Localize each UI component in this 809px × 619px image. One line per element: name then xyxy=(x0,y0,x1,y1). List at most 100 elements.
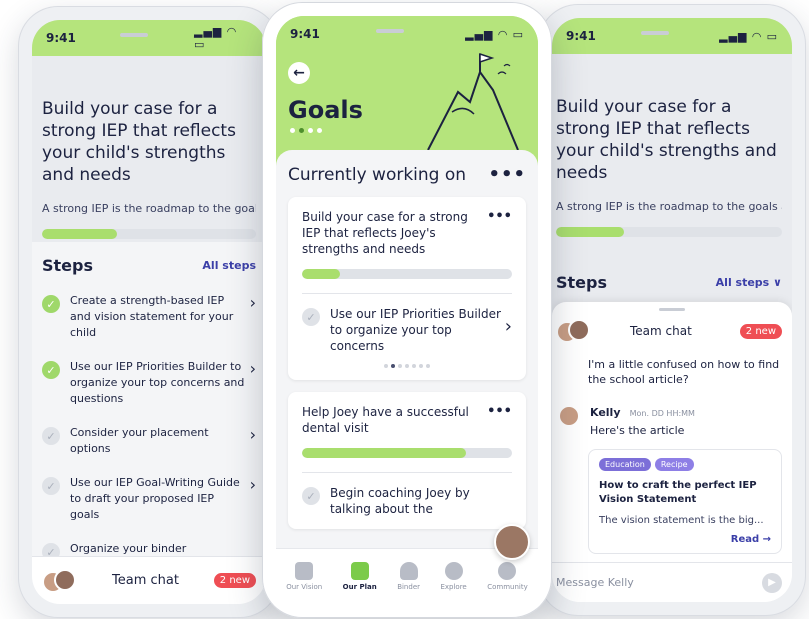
tag-recipe: Recipe xyxy=(654,458,694,471)
avatar xyxy=(42,567,76,595)
check-icon: ✓ xyxy=(42,361,60,379)
telescope-icon xyxy=(295,562,314,580)
tab-label: Community xyxy=(487,583,528,591)
left-screen: 9:41 ▂▄▆ ◠ ▭ Build your case for a stron… xyxy=(32,20,266,604)
sub-task-label: Begin coaching Joey by talking about the xyxy=(330,486,470,516)
chat-message: I'm a little confused on how to find the… xyxy=(588,358,780,386)
person-icon xyxy=(399,562,418,580)
team-chat-bar[interactable]: Team chat 2 new xyxy=(32,556,266,604)
step-label: Use our IEP Priorities Builder to organi… xyxy=(70,360,245,405)
check-icon: ✓ xyxy=(42,477,60,495)
step-label: Consider your placement options xyxy=(70,426,209,455)
sender-name: Kelly xyxy=(590,406,621,419)
more-icon[interactable]: ••• xyxy=(487,404,512,436)
message-body: Here's the article xyxy=(590,424,685,437)
article-desc: The vision statement is the big... xyxy=(599,515,764,526)
page-dots xyxy=(290,128,322,133)
team-chat-fab[interactable] xyxy=(494,524,530,560)
steps-heading: Steps xyxy=(556,273,607,292)
team-chat-label: Team chat xyxy=(112,573,179,588)
goal-card[interactable]: Help Joey have a successful dental visit… xyxy=(288,392,526,529)
check-icon: ✓ xyxy=(302,308,320,326)
sub-task[interactable]: ✓ Begin coaching Joey by talking about t… xyxy=(302,485,512,517)
step-label: Create a strength-based IEP and vision s… xyxy=(70,294,234,339)
goal-title: Build your case for a strong IEP that re… xyxy=(302,210,468,256)
notch xyxy=(597,25,718,47)
new-messages-badge: 2 new xyxy=(213,573,256,588)
tag-education: Education xyxy=(599,458,651,471)
tab-explore[interactable]: Explore xyxy=(440,562,467,591)
signal-icon: ▂▄▆ ◠ ▭ xyxy=(719,29,778,43)
step-item[interactable]: ✓ Consider your placement options › xyxy=(32,425,266,457)
chevron-right-icon: › xyxy=(249,475,256,494)
phone-center: 9:41 ▂▄▆ ◠ ▭ ← Goals Currently working o… xyxy=(262,2,552,618)
right-progress-bar xyxy=(556,227,782,237)
all-steps-link[interactable]: All steps ∨ xyxy=(716,276,782,289)
sub-task[interactable]: ✓ Use our IEP Priorities Builder to orga… xyxy=(302,306,512,354)
step-label: Organize your binder xyxy=(70,542,187,555)
tab-community[interactable]: Community xyxy=(487,562,528,591)
signal-icon: ▂▄▆ ◠ ▭ xyxy=(194,25,237,51)
avatar xyxy=(556,317,590,345)
status-bar: 9:41 ▂▄▆ ◠ ▭ xyxy=(552,18,792,54)
step-item[interactable]: ✓ Create a strength-based IEP and vision… xyxy=(32,293,266,341)
goal-progress-bar xyxy=(302,269,512,279)
steps-card: Steps All steps ✓ Create a strength-base… xyxy=(32,242,266,604)
more-icon[interactable]: ••• xyxy=(487,209,512,257)
more-icon[interactable]: ••• xyxy=(488,164,526,185)
chat-title: Team chat xyxy=(630,324,692,338)
step-item[interactable]: ✓ Use our IEP Priorities Builder to orga… xyxy=(32,359,266,407)
tab-our-vision[interactable]: Our Vision xyxy=(286,562,322,591)
phone-left: 9:41 ▂▄▆ ◠ ▭ Build your case for a stron… xyxy=(18,6,280,618)
chevron-right-icon: › xyxy=(249,359,256,378)
tab-label: Our Vision xyxy=(286,583,323,591)
chat-message: Kelly Mon. DD HH:MM Here's the article xyxy=(552,401,792,437)
goal-progress-bar xyxy=(302,448,512,458)
chevron-right-icon: › xyxy=(504,316,512,337)
phone-right: 9:41 ▂▄▆ ◠ ▭ Build your case for a stron… xyxy=(538,4,806,616)
status-time: 9:41 xyxy=(46,31,76,45)
signal-icon: ▂▄▆ ◠ ▭ xyxy=(465,27,524,41)
step-label: Use our IEP Goal-Writing Guide to draft … xyxy=(70,476,240,521)
status-bar: 9:41 ▂▄▆ ◠ ▭ xyxy=(276,16,538,52)
read-link[interactable]: Read → xyxy=(599,534,771,545)
sub-task-label: Use our IEP Priorities Builder to organi… xyxy=(330,307,501,353)
avatar xyxy=(556,401,590,429)
step-item[interactable]: ✓ Use our IEP Goal-Writing Guide to draf… xyxy=(32,475,266,523)
mountain-flag-icon xyxy=(427,52,519,151)
goal-card[interactable]: Build your case for a strong IEP that re… xyxy=(288,197,526,380)
right-goal-title: Build your case for a strong IEP that re… xyxy=(556,97,777,183)
check-icon: ✓ xyxy=(302,487,320,505)
all-steps-link[interactable]: All steps xyxy=(202,259,256,272)
tab-label: Our Plan xyxy=(342,583,377,591)
tab-label: Explore xyxy=(440,583,467,591)
status-time: 9:41 xyxy=(566,29,596,43)
message-composer: Message Kelly ▶ xyxy=(552,562,792,602)
section-heading: Currently working on xyxy=(288,164,467,185)
left-goal-subtitle: A strong IEP is the roadmap to the goals… xyxy=(42,202,256,215)
tab-label: Binder xyxy=(397,583,420,591)
tab-bar: Our Vision Our Plan Binder Explore Commu… xyxy=(276,548,538,604)
tab-our-plan[interactable]: Our Plan xyxy=(343,562,377,591)
chevron-right-icon: › xyxy=(249,293,256,312)
tab-binder[interactable]: Binder xyxy=(397,562,420,591)
goal-title: Help Joey have a successful dental visit xyxy=(302,405,469,435)
grid-icon xyxy=(350,562,369,580)
new-messages-badge: 2 new xyxy=(739,323,782,339)
right-screen: 9:41 ▂▄▆ ◠ ▭ Build your case for a stron… xyxy=(552,18,792,602)
notch xyxy=(75,27,195,49)
message-timestamp: Mon. DD HH:MM xyxy=(629,409,695,418)
check-icon: ✓ xyxy=(42,427,60,445)
message-input[interactable]: Message Kelly xyxy=(556,576,762,589)
page-title: Goals xyxy=(288,96,363,124)
back-arrow-icon[interactable]: ← xyxy=(288,62,310,84)
team-chat-sheet: Team chat 2 new I'm a little confused on… xyxy=(552,302,792,602)
steps-heading: Steps xyxy=(42,256,93,275)
notch xyxy=(332,23,453,45)
right-goal-subtitle: A strong IEP is the roadmap to the goals… xyxy=(556,200,782,213)
send-icon[interactable]: ▶ xyxy=(762,572,782,593)
article-card[interactable]: Education Recipe How to craft the perfec… xyxy=(588,449,782,554)
chevron-right-icon: › xyxy=(249,425,256,444)
carousel-dots xyxy=(302,364,512,368)
globe-icon xyxy=(498,562,517,580)
